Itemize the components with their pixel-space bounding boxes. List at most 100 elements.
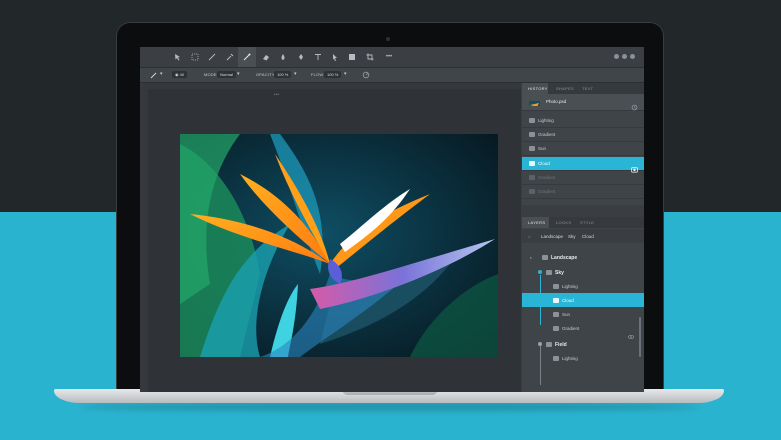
laptop-shadow [80,403,700,411]
tab-layers[interactable]: LAYERS [528,220,545,225]
folder-icon [553,326,559,331]
fill-icon[interactable] [277,51,289,63]
canvas-grip[interactable]: ••• [274,92,279,98]
folder-icon [529,132,535,137]
pointer-icon[interactable] [329,51,341,63]
shape-icon[interactable] [346,51,358,63]
brush-size-field[interactable]: ◉ 40 [172,71,188,78]
history-item-label: Sun [538,146,547,151]
crop-icon[interactable] [364,51,376,63]
layer-name: Lighting [562,356,578,361]
folder-icon [553,356,559,361]
mode-select[interactable]: Normal [217,71,236,78]
snapshot-name: Photo.psd [546,99,567,104]
chevron-down-icon[interactable]: ▾ [344,71,347,77]
folder-icon [529,175,535,180]
pen-icon[interactable] [295,51,307,63]
breadcrumb-item[interactable]: Cloud [582,234,594,239]
breadcrumb-item[interactable]: Landscape [541,234,563,239]
app-window: ••• ▾ ◉ 40 MODE Normal ▾ OPACITY 100 % ▾… [140,47,644,392]
folder-icon [529,118,535,123]
eyedropper-icon[interactable] [224,51,236,63]
history-item[interactable]: Sun [522,142,644,156]
layer-name: Field [555,342,567,348]
layer-group[interactable]: Sky [522,265,644,279]
layer-name: Cloud [562,298,574,303]
brush-icon[interactable] [238,47,256,67]
main-toolbar: ••• [140,47,644,68]
layers-panel: LAYERS LOOKS STYLE ⌂ Landscape Sky Cloud… [522,217,644,392]
folder-icon [529,189,535,194]
tab-shapes[interactable]: SHAPES [556,86,574,91]
flow-label: FLOW [311,72,324,77]
layer-group[interactable]: ▸ Landscape [522,250,644,264]
folder-icon [553,284,559,289]
history-item-label: Gradient [538,132,556,137]
window-dot-icon[interactable] [630,54,635,59]
snapshot-thumbnail [529,97,540,106]
folder-icon [546,270,552,275]
history-item[interactable]: Gradient [522,171,644,185]
breadcrumb-home-icon[interactable]: ⌂ [528,234,531,239]
history-snapshot[interactable]: Photo.psd [522,94,644,111]
history-panel: HISTORY SHAPES TEXT Photo.psd Lighting G… [522,83,644,205]
tab-text[interactable]: TEXT [582,86,593,91]
brush-preset-icon[interactable] [148,69,160,81]
breadcrumb-item[interactable]: Sky [568,234,576,239]
eraser-icon[interactable] [260,51,272,63]
layers-tabs: LAYERS LOOKS STYLE [522,217,644,228]
canvas-area[interactable]: ••• [140,83,521,392]
layer-name: Gradient [562,326,580,331]
window-dot-icon[interactable] [614,54,619,59]
lasso-icon[interactable] [206,51,218,63]
tab-style[interactable]: STYLE [580,220,594,225]
tab-history[interactable]: HISTORY [528,86,548,91]
window-dot-icon[interactable] [622,54,627,59]
history-tabs: HISTORY SHAPES TEXT [522,83,644,94]
layer-row-selected[interactable]: Cloud [522,293,644,307]
history-item-label: Lighting [538,118,554,123]
tab-looks[interactable]: LOOKS [556,220,571,225]
layer-row[interactable]: Gradient [522,321,644,339]
layer-row[interactable]: Sun [522,307,644,321]
layer-name: Landscape [551,255,578,261]
history-item[interactable]: Gradient [522,185,644,199]
chevron-down-icon[interactable]: ▾ [160,71,163,77]
history-item-label: Gradient [538,175,556,180]
breadcrumb: ⌂ Landscape Sky Cloud [522,229,644,243]
layer-row[interactable]: Lighting [522,351,644,365]
history-item-selected[interactable]: Cloud [522,157,644,173]
marquee-icon[interactable] [189,51,201,63]
layers-scrollbar[interactable] [639,317,641,357]
collapse-icon[interactable]: ▸ [530,255,532,261]
folder-icon [529,146,535,151]
opacity-field[interactable]: 100 % [274,71,292,78]
more-icon[interactable]: ••• [382,51,396,63]
history-item[interactable]: Lighting [522,114,644,128]
history-item[interactable]: Gradient [522,128,644,142]
text-icon[interactable] [312,51,324,63]
opacity-label: OPACITY [256,72,275,77]
visibility-icon[interactable] [627,326,635,339]
move-icon[interactable] [172,51,184,63]
layer-group[interactable]: Field [522,337,644,351]
folder-icon [553,312,559,317]
folder-icon [542,255,548,260]
airbrush-icon[interactable] [360,69,372,81]
layer-name: Lighting [562,284,578,289]
mode-label: MODE [204,72,217,77]
options-bar: ▾ ◉ 40 MODE Normal ▾ OPACITY 100 % ▾ FLO… [140,68,644,83]
flow-field[interactable]: 100 % [324,71,342,78]
folder-icon [529,161,535,166]
layer-row[interactable]: Lighting [522,279,644,293]
layer-name: Sky [555,270,564,276]
canvas-workspace[interactable]: ••• [148,89,521,392]
revert-icon[interactable] [631,98,638,111]
history-item-label: Cloud [538,161,550,166]
canvas-image[interactable] [180,134,498,357]
brush-size-value: 40 [179,72,185,77]
chevron-down-icon[interactable]: ▾ [294,71,297,77]
layer-name: Sun [562,312,571,317]
camera-icon[interactable] [631,160,638,173]
chevron-down-icon[interactable]: ▾ [237,71,240,77]
